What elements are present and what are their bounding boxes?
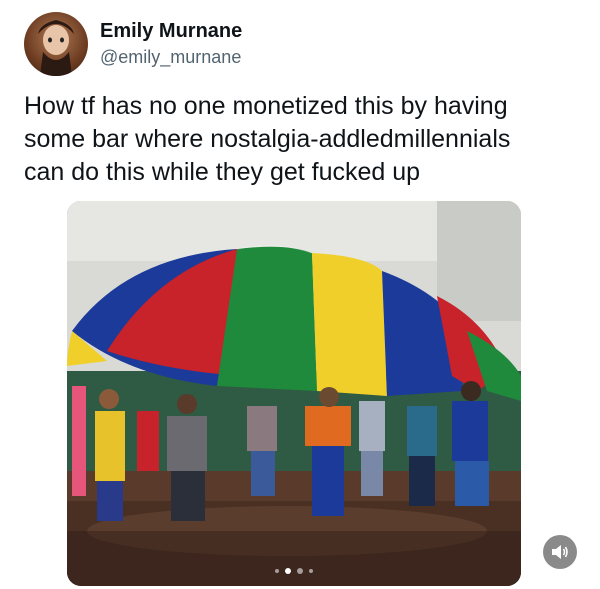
tweet-header: Emily Murnane @emily_murnane [24, 12, 242, 76]
carousel-indicator [67, 568, 521, 574]
carousel-dot[interactable] [297, 568, 303, 574]
tweet-text-line: some bar where nostalgia-addledmillennia… [24, 125, 511, 153]
avatar[interactable] [24, 12, 88, 76]
speaker-icon [552, 545, 568, 559]
display-name[interactable]: Emily Murnane [100, 19, 242, 43]
carousel-dot[interactable] [309, 569, 313, 573]
parachute-photo-image [67, 201, 521, 586]
tweet-card: Emily Murnane @emily_murnane How tf has … [0, 0, 600, 589]
user-handle[interactable]: @emily_murnane [100, 45, 242, 69]
avatar-portrait-icon [38, 20, 74, 76]
tweet-text: How tf has no one monetized this by havi… [24, 90, 584, 189]
tweet-text-line: can do this while they get fucked up [24, 158, 421, 186]
tweet-media-photo[interactable] [67, 201, 521, 586]
carousel-dot-active[interactable] [285, 568, 291, 574]
tweet-text-line: How tf has no one monetized this by havi… [24, 92, 508, 120]
sound-toggle-button[interactable] [543, 535, 577, 569]
carousel-dot[interactable] [275, 569, 279, 573]
